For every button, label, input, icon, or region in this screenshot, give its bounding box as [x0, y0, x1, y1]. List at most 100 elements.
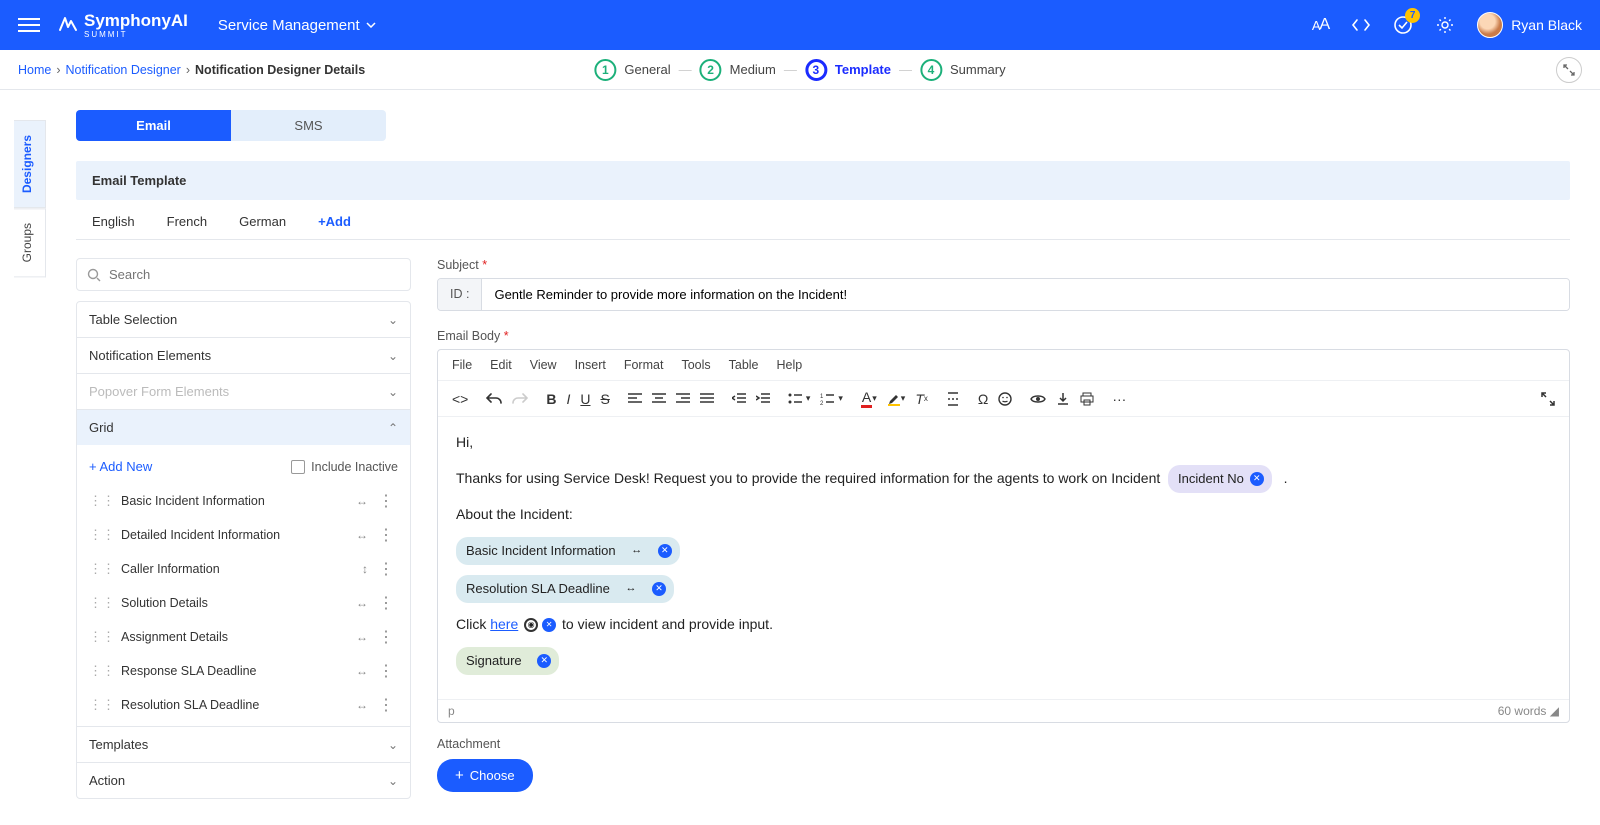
drag-handle-icon[interactable]: ⋮⋮ — [89, 697, 115, 713]
item-more-button[interactable]: ⋮ — [374, 559, 398, 579]
redo-button[interactable] — [512, 392, 528, 406]
vtab-groups[interactable]: Groups — [14, 208, 46, 277]
menu-insert[interactable]: Insert — [575, 358, 606, 372]
choose-button[interactable]: +Choose — [437, 759, 533, 792]
step-template[interactable]: 3Template — [805, 59, 891, 81]
pill-remove-icon[interactable]: ✕ — [658, 544, 672, 558]
grid-item[interactable]: ⋮⋮Response SLA Deadline↔⋮ — [89, 654, 398, 688]
drag-handle-icon[interactable]: ⋮⋮ — [89, 629, 115, 645]
drag-handle-icon[interactable]: ⋮⋮ — [89, 595, 115, 611]
italic-button[interactable]: I — [566, 391, 570, 407]
grid-item[interactable]: ⋮⋮Resolution SLA Deadline↔⋮ — [89, 688, 398, 722]
search-input[interactable] — [109, 267, 400, 282]
pill-remove-icon[interactable]: ✕ — [1250, 472, 1264, 486]
hamburger-menu-button[interactable] — [18, 14, 40, 36]
vtab-designers[interactable]: Designers — [14, 120, 46, 208]
highlight-button[interactable]: ▾ — [887, 392, 906, 406]
notifications-button[interactable]: 7 — [1393, 15, 1413, 35]
brand-logo[interactable]: SymphonyAI SUMMIT — [58, 12, 188, 39]
pill-resolution-sla[interactable]: Resolution SLA Deadline ↔ ✕ — [456, 575, 674, 603]
pill-remove-icon[interactable]: ✕ — [652, 582, 666, 596]
fullscreen-button[interactable] — [1541, 392, 1555, 406]
code-view-button[interactable] — [1351, 18, 1371, 32]
bold-button[interactable]: B — [546, 391, 556, 407]
clear-format-button[interactable]: Tx — [915, 391, 928, 407]
step-medium[interactable]: 2Medium — [700, 59, 776, 81]
save-button[interactable] — [1056, 392, 1070, 406]
preview-button[interactable] — [1030, 393, 1046, 405]
menu-view[interactable]: View — [530, 358, 557, 372]
link-target-icon[interactable]: ◉ — [524, 618, 538, 632]
grid-item[interactable]: ⋮⋮Basic Incident Information↔⋮ — [89, 484, 398, 518]
pill-basic-incident[interactable]: Basic Incident Information ↔ ✕ — [456, 537, 680, 565]
lang-german[interactable]: German — [239, 214, 286, 229]
acc-table-selection[interactable]: Table Selection⌄ — [77, 302, 410, 337]
text-color-button[interactable]: A▾ — [861, 389, 877, 408]
menu-edit[interactable]: Edit — [490, 358, 512, 372]
drag-handle-icon[interactable]: ⋮⋮ — [89, 493, 115, 509]
add-new-button[interactable]: + Add New — [89, 459, 152, 474]
editor-body[interactable]: Hi, Thanks for using Service Desk! Reque… — [438, 417, 1569, 699]
acc-templates[interactable]: Templates⌄ — [77, 727, 410, 762]
menu-format[interactable]: Format — [624, 358, 664, 372]
page-break-button[interactable] — [946, 392, 960, 406]
lang-add[interactable]: +Add — [318, 214, 351, 229]
grid-item[interactable]: ⋮⋮Solution Details↔⋮ — [89, 586, 398, 620]
strike-button[interactable]: S — [601, 391, 610, 407]
acc-notification-elements[interactable]: Notification Elements⌄ — [77, 338, 410, 373]
indent-button[interactable] — [756, 393, 770, 405]
item-more-button[interactable]: ⋮ — [374, 525, 398, 545]
item-more-button[interactable]: ⋮ — [374, 627, 398, 647]
channel-sms[interactable]: SMS — [231, 110, 386, 141]
acc-grid[interactable]: Grid⌃ — [77, 410, 410, 445]
emoji-button[interactable] — [998, 392, 1012, 406]
item-more-button[interactable]: ⋮ — [374, 593, 398, 613]
drag-handle-icon[interactable]: ⋮⋮ — [89, 527, 115, 543]
align-left-button[interactable] — [628, 393, 642, 405]
item-more-button[interactable]: ⋮ — [374, 695, 398, 715]
grid-item[interactable]: ⋮⋮Caller Information↕⋮ — [89, 552, 398, 586]
special-char-button[interactable]: Ω — [978, 391, 988, 407]
source-code-button[interactable]: <> — [452, 391, 468, 407]
align-center-button[interactable] — [652, 393, 666, 405]
pill-remove-icon[interactable]: ✕ — [537, 654, 551, 668]
acc-action[interactable]: Action⌄ — [77, 763, 410, 798]
breadcrumb-designer[interactable]: Notification Designer — [66, 63, 181, 77]
print-button[interactable] — [1080, 392, 1094, 406]
bullet-list-button[interactable]: ▾ — [788, 393, 811, 405]
search-box[interactable] — [76, 258, 411, 291]
underline-button[interactable]: U — [580, 391, 590, 407]
drag-handle-icon[interactable]: ⋮⋮ — [89, 663, 115, 679]
grid-item[interactable]: ⋮⋮Detailed Incident Information↔⋮ — [89, 518, 398, 552]
settings-button[interactable] — [1435, 15, 1455, 35]
lang-english[interactable]: English — [92, 214, 135, 229]
item-more-button[interactable]: ⋮ — [374, 661, 398, 681]
module-dropdown[interactable]: Service Management — [218, 17, 376, 34]
step-general[interactable]: 1General — [594, 59, 670, 81]
pill-incident-no[interactable]: Incident No✕ — [1168, 465, 1272, 493]
menu-tools[interactable]: Tools — [681, 358, 710, 372]
font-size-button[interactable]: AA — [1312, 16, 1329, 34]
here-link[interactable]: here — [490, 616, 518, 632]
link-remove-icon[interactable]: ✕ — [542, 618, 556, 632]
outdent-button[interactable] — [732, 393, 746, 405]
align-right-button[interactable] — [676, 393, 690, 405]
undo-button[interactable] — [486, 392, 502, 406]
step-summary[interactable]: 4Summary — [920, 59, 1006, 81]
menu-table[interactable]: Table — [729, 358, 759, 372]
breadcrumb-home[interactable]: Home — [18, 63, 51, 77]
grid-item[interactable]: ⋮⋮Assignment Details↔⋮ — [89, 620, 398, 654]
user-menu[interactable]: Ryan Black — [1477, 12, 1582, 38]
align-justify-button[interactable] — [700, 393, 714, 405]
expand-button[interactable] — [1556, 57, 1582, 83]
channel-email[interactable]: Email — [76, 110, 231, 141]
lang-french[interactable]: French — [167, 214, 207, 229]
include-inactive-checkbox[interactable]: Include Inactive — [291, 460, 398, 474]
more-button[interactable]: ··· — [1112, 391, 1126, 407]
subject-input[interactable] — [482, 279, 1569, 310]
item-more-button[interactable]: ⋮ — [374, 491, 398, 511]
drag-handle-icon[interactable]: ⋮⋮ — [89, 561, 115, 577]
number-list-button[interactable]: 12▾ — [820, 393, 843, 405]
pill-signature[interactable]: Signature ✕ — [456, 647, 559, 675]
menu-help[interactable]: Help — [777, 358, 803, 372]
